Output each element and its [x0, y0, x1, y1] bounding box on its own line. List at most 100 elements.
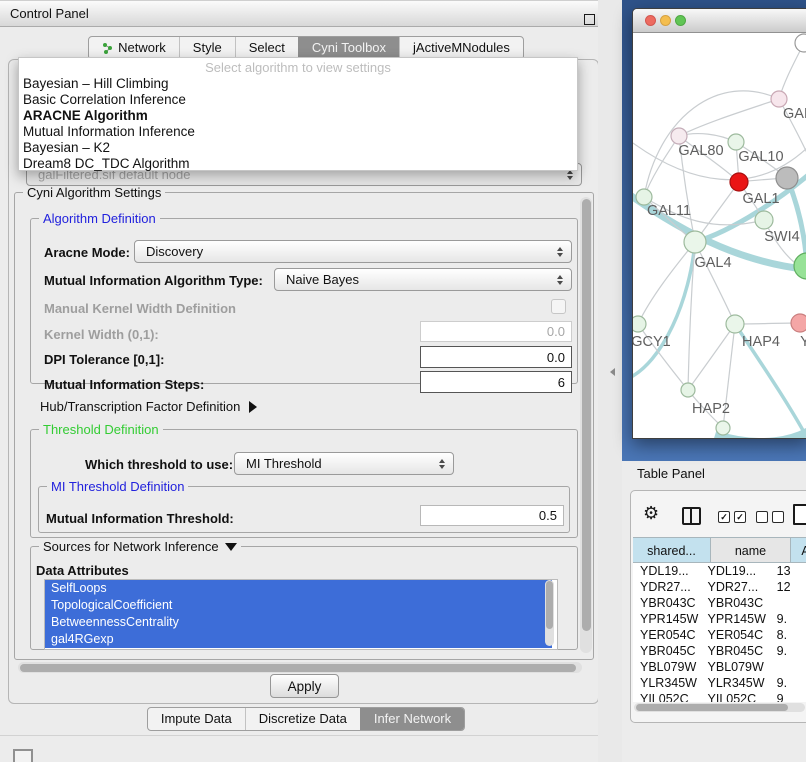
network-window[interactable]: GALGAL80GAL10GAL1GAL11SWI4GAL4GCY1HAP4YH…	[632, 8, 806, 439]
attributes-scrollbar-track[interactable]	[545, 580, 554, 646]
column-header-shared[interactable]: shared...	[633, 537, 711, 563]
table-cell[interactable]: YDL19...	[701, 563, 771, 579]
table-cell[interactable]: YBR043C	[633, 595, 701, 611]
dpi-tolerance-field[interactable]: 0.0	[420, 346, 572, 368]
table-row[interactable]: YER054CYER054C8.	[633, 627, 806, 643]
expand-arrow-icon[interactable]	[249, 401, 257, 413]
tab-style[interactable]: Style	[179, 37, 235, 59]
export-table-icon[interactable]	[793, 504, 806, 525]
minimized-panel-icon[interactable]	[13, 749, 33, 762]
network-canvas[interactable]: GALGAL80GAL10GAL1GAL11SWI4GAL4GCY1HAP4YH…	[633, 33, 806, 438]
column-header-name[interactable]: name	[711, 537, 791, 563]
tab-network[interactable]: Network	[89, 37, 179, 59]
table-row[interactable]: YBL079WYBL079W	[633, 659, 806, 675]
tab-infer-network[interactable]: Infer Network	[360, 708, 464, 730]
algorithm-option[interactable]: Mutual Information Inference	[19, 124, 577, 140]
algorithm-option[interactable]: Basic Correlation Inference	[19, 92, 577, 108]
table-cell[interactable]: YBL079W	[633, 659, 701, 675]
attribute-item[interactable]: TopologicalCoefficient	[45, 597, 552, 614]
column-layout-icon[interactable]	[682, 507, 701, 525]
network-node[interactable]	[771, 91, 787, 107]
column-header-third[interactable]: A	[791, 537, 806, 563]
table-hscrollbar-track[interactable]	[634, 703, 805, 712]
table-cell[interactable]: YBR045C	[633, 643, 701, 659]
table-cell[interactable]: YPR145W	[633, 611, 701, 627]
tab-jactivemnodules[interactable]: jActiveMNodules	[399, 37, 523, 59]
tab-select[interactable]: Select	[235, 37, 298, 59]
unchecked-columns-icon[interactable]	[756, 511, 784, 523]
algorithm-option[interactable]: ARACNE Algorithm	[19, 108, 577, 124]
table-cell[interactable]: 13	[771, 563, 806, 579]
settings-scrollbar-thumb[interactable]	[582, 199, 591, 631]
panel-splitter[interactable]	[598, 0, 622, 762]
table-cell[interactable]: 8.	[771, 627, 806, 643]
kernel-width-field[interactable]: 0.0	[420, 321, 572, 342]
network-node[interactable]	[684, 231, 706, 253]
network-node[interactable]	[726, 315, 744, 333]
network-node[interactable]	[755, 211, 773, 229]
settings-scrollbar-track[interactable]	[580, 197, 592, 653]
apply-button[interactable]: Apply	[270, 674, 339, 698]
table-rows[interactable]: YDL19...YDL19...13YDR27...YDR27...12YBR0…	[633, 563, 806, 702]
data-attributes-list[interactable]: SelfLoopsTopologicalCoefficientBetweenne…	[44, 579, 558, 650]
network-edge-strong[interactable]	[787, 178, 806, 266]
hub-definition-row[interactable]: Hub/Transcription Factor Definition	[40, 399, 257, 414]
table-cell[interactable]: YLR345W	[633, 675, 701, 691]
checked-columns-icon[interactable]: ✓✓	[718, 511, 746, 523]
table-cell[interactable]: YER054C	[701, 627, 771, 643]
network-node[interactable]	[728, 134, 744, 150]
gear-icon[interactable]: ⚙	[643, 503, 659, 524]
algorithm-option[interactable]: Bayesian – Hill Climbing	[19, 76, 577, 92]
float-window-icon[interactable]	[584, 14, 595, 25]
splitter-collapse-arrow[interactable]	[610, 368, 615, 376]
table-row[interactable]: YDR27...YDR27...12	[633, 579, 806, 595]
minimize-window-icon[interactable]	[660, 15, 671, 26]
table-cell[interactable]: YDR27...	[633, 579, 701, 595]
network-node[interactable]	[633, 316, 646, 332]
attribute-item[interactable]: SelfLoops	[45, 580, 552, 597]
network-edge[interactable]	[679, 134, 736, 142]
table-row[interactable]: YBR045CYBR045C9.	[633, 643, 806, 659]
tab-discretize-data[interactable]: Discretize Data	[245, 708, 360, 730]
network-node[interactable]	[776, 167, 798, 189]
table-cell[interactable]: 9	[771, 691, 806, 702]
settings-hscrollbar-thumb[interactable]	[20, 664, 576, 672]
table-cell[interactable]: YIL052C	[701, 691, 771, 702]
table-row[interactable]: YLR345WYLR345W9.	[633, 675, 806, 691]
table-cell[interactable]	[771, 595, 806, 611]
mi-steps-field[interactable]: 6	[420, 371, 572, 393]
algorithm-option[interactable]: Bayesian – K2	[19, 140, 577, 156]
table-cell[interactable]: 12	[771, 579, 806, 595]
network-node[interactable]	[716, 421, 730, 435]
algorithm-option[interactable]: Dream8 DC_TDC Algorithm	[19, 156, 577, 172]
aracne-mode-combo[interactable]: Discovery	[134, 240, 572, 263]
attribute-item[interactable]: gal4RGexp	[45, 631, 552, 648]
table-cell[interactable]	[771, 659, 806, 675]
network-window-titlebar[interactable]	[633, 9, 806, 33]
manual-kernel-checkbox[interactable]	[551, 299, 566, 314]
network-node[interactable]	[671, 128, 687, 144]
table-hscrollbar-thumb[interactable]	[636, 704, 788, 711]
network-node[interactable]	[681, 383, 695, 397]
settings-hscrollbar-track[interactable]	[18, 662, 582, 673]
table-row[interactable]: YIL052CYIL052C9	[633, 691, 806, 702]
mi-threshold-field[interactable]: 0.5	[420, 505, 564, 526]
table-cell[interactable]: 9.	[771, 643, 806, 659]
attributes-scrollbar-thumb[interactable]	[546, 581, 553, 629]
close-window-icon[interactable]	[645, 15, 656, 26]
tab-cyni-toolbox[interactable]: Cyni Toolbox	[298, 37, 399, 59]
collapse-arrow-icon[interactable]	[225, 543, 237, 551]
table-row[interactable]: YDL19...YDL19...13	[633, 563, 806, 579]
attribute-item[interactable]: BetweennessCentrality	[45, 614, 552, 631]
tab-impute-data[interactable]: Impute Data	[148, 708, 245, 730]
network-edge[interactable]	[735, 323, 800, 324]
table-cell[interactable]: YLR345W	[701, 675, 771, 691]
table-cell[interactable]: YER054C	[633, 627, 701, 643]
network-edge[interactable]	[679, 99, 779, 136]
network-edge-strong[interactable]	[633, 242, 695, 379]
table-row[interactable]: YPR145WYPR145W9.	[633, 611, 806, 627]
which-threshold-combo[interactable]: MI Threshold	[234, 452, 454, 475]
network-node[interactable]	[795, 34, 806, 52]
table-row[interactable]: YBR043CYBR043C	[633, 595, 806, 611]
table-cell[interactable]: YBL079W	[701, 659, 771, 675]
